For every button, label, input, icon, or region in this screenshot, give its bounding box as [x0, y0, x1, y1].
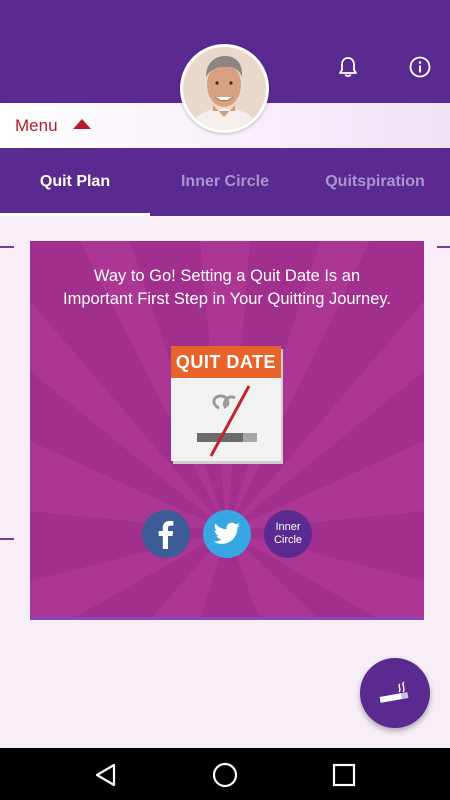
tab-quitspiration[interactable]: Quitspiration [300, 148, 450, 216]
facebook-icon [158, 521, 174, 549]
inner-circle-label-line-2: Circle [273, 534, 303, 546]
inner-circle-share-button[interactable]: Inner Circle [264, 510, 312, 558]
info-icon[interactable] [405, 52, 435, 82]
message-line-1: Way to Go! Setting a Quit Date Is an [93, 267, 361, 285]
prev-card-edge [0, 246, 14, 248]
facebook-share-button[interactable] [142, 510, 190, 558]
calendar-title: QUIT DATE [171, 346, 281, 378]
recent-square-icon[interactable] [329, 760, 359, 790]
bell-icon[interactable] [333, 52, 363, 82]
prev-card-edge-bottom [0, 538, 14, 540]
system-navigation-bar [0, 748, 450, 800]
message-line-2: Important First Step in Your Quitting Jo… [62, 290, 392, 308]
avatar[interactable] [180, 44, 269, 133]
tab-inner-circle[interactable]: Inner Circle [150, 148, 300, 216]
congrats-message: Way to Go! Setting a Quit Date Is an Imp… [40, 265, 414, 311]
no-smoking-icon [197, 385, 257, 457]
cigarette-fab-button[interactable] [360, 658, 430, 728]
inner-circle-label-line-1: Inner [275, 521, 301, 533]
twitter-icon [213, 522, 240, 544]
twitter-share-button[interactable] [203, 510, 251, 558]
back-triangle-icon[interactable] [91, 760, 121, 790]
menu-arrow-up-icon[interactable] [73, 119, 91, 129]
menu-button[interactable]: Menu [15, 116, 58, 136]
next-card-edge [437, 246, 450, 248]
tab-quit-plan[interactable]: Quit Plan [0, 148, 150, 216]
quit-date-calendar: QUIT DATE [171, 346, 283, 464]
home-circle-icon[interactable] [210, 760, 240, 790]
tab-bar: Quit Plan Inner Circle Quitspiration [0, 148, 450, 216]
quit-date-card: Way to Go! Setting a Quit Date Is an Imp… [30, 241, 424, 620]
cigarette-icon [379, 681, 409, 703]
